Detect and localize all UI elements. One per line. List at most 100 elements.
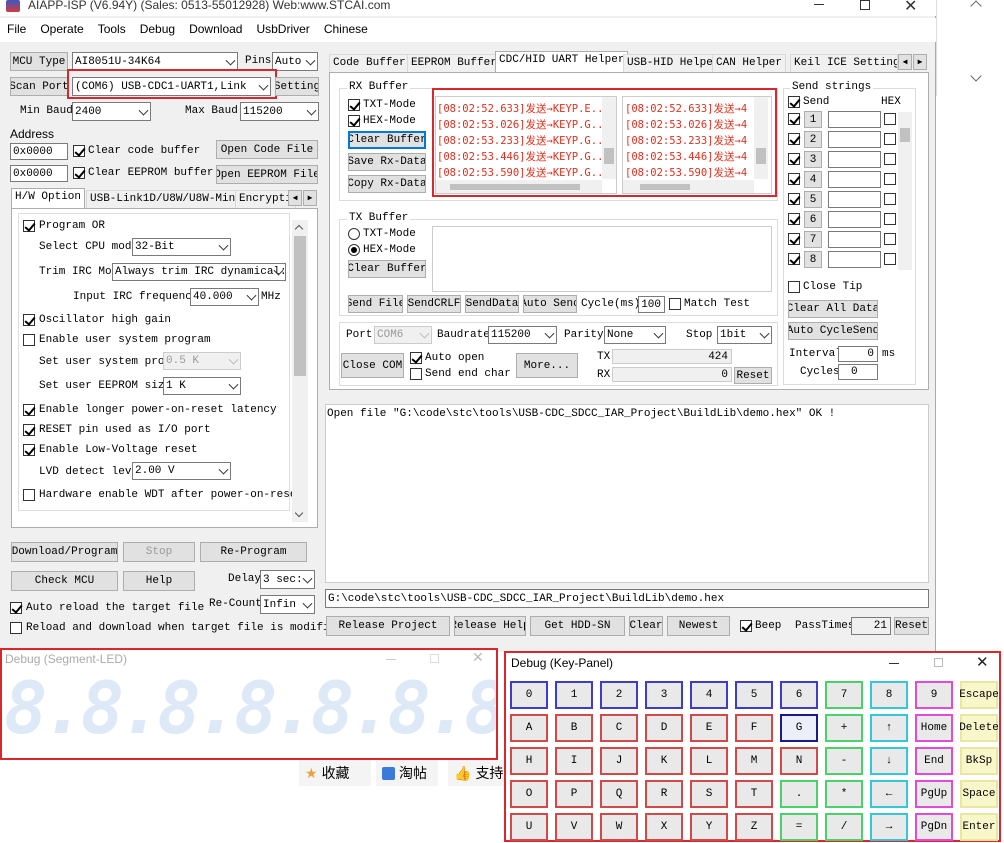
key-button[interactable]: Space <box>960 780 998 808</box>
scan-port-button[interactable]: Scan Port <box>10 77 68 96</box>
re-program-button[interactable]: Re-Program <box>200 542 307 562</box>
send-row-hex-checkbox[interactable] <box>884 113 896 125</box>
user-sys-prog-checkbox[interactable] <box>23 334 35 346</box>
clear-code-checkbox[interactable] <box>73 145 85 157</box>
key-button[interactable]: Enter <box>960 813 998 841</box>
hw-wdt-checkbox[interactable] <box>23 489 35 501</box>
key-button[interactable]: 2 <box>600 681 638 709</box>
tab-usb-link[interactable]: USB-Link1D/U8W/U8W-Mini <box>86 190 246 209</box>
send-row-button[interactable]: 3 <box>804 151 822 168</box>
key-button[interactable]: Q <box>600 780 638 808</box>
key-button[interactable]: . <box>780 780 818 808</box>
send-row-input[interactable] <box>828 251 881 268</box>
key-button[interactable]: ↓ <box>870 747 908 775</box>
behind-fav-button[interactable]: ★ 收藏 <box>299 760 371 786</box>
baudrate-select[interactable]: 115200 <box>488 326 557 344</box>
close-com-button[interactable]: Close COM <box>341 353 404 378</box>
pins-select[interactable]: Auto <box>272 52 318 71</box>
send-row-input[interactable] <box>828 211 881 228</box>
reset-pin-checkbox[interactable] <box>23 424 35 436</box>
key-button[interactable]: ↑ <box>870 714 908 742</box>
segment-close-icon[interactable]: ✕ <box>472 649 484 666</box>
delay-select[interactable]: 3 sec: <box>260 570 315 589</box>
clear-all-data-button[interactable]: Clear All Data <box>788 300 878 318</box>
save-rx-data-button[interactable]: Save Rx-Data <box>348 153 426 171</box>
newest-button[interactable]: Newest <box>667 616 730 636</box>
beep-checkbox[interactable] <box>740 620 752 632</box>
key-button[interactable]: Escape <box>959 681 999 709</box>
mcu-type-button[interactable]: MCU Type <box>10 52 68 71</box>
key-button[interactable]: R <box>645 780 683 808</box>
minimize-icon[interactable] <box>814 4 824 5</box>
send-row-input[interactable] <box>828 131 881 148</box>
release-help-button[interactable]: Release Help <box>454 616 526 636</box>
release-project-button[interactable]: Release Project <box>326 616 450 636</box>
key-button[interactable]: PgDn <box>915 813 953 841</box>
auto-cycle-send-button[interactable]: Auto CycleSend <box>788 322 878 340</box>
file-path-input[interactable]: G:\code\stc\tools\USB-CDC_SDCC_IAR_Proje… <box>325 589 929 608</box>
key-button[interactable]: End <box>915 747 953 775</box>
clear-output-button[interactable]: Clear <box>629 616 663 636</box>
key-button[interactable]: O <box>510 780 548 808</box>
key-button[interactable]: 1 <box>555 681 593 709</box>
tab-hw-option[interactable]: H/W Option <box>11 188 86 209</box>
key-button[interactable]: T <box>735 780 773 808</box>
get-hdd-sn-button[interactable]: Get HDD-SN <box>530 616 625 636</box>
send-row-hex-checkbox[interactable] <box>884 173 896 185</box>
irc-frequency-select[interactable]: 40.000 <box>190 288 259 306</box>
key-button[interactable]: * <box>825 780 863 808</box>
send-row-button[interactable]: 5 <box>804 191 822 208</box>
segment-minimize-icon[interactable] <box>386 659 396 660</box>
key-button[interactable]: → <box>870 813 908 841</box>
count-reset-button[interactable]: Reset <box>734 367 772 384</box>
right-tab-scroll-right-button[interactable]: ▶ <box>913 54 927 70</box>
set-eeprom-select[interactable]: 1 K <box>163 377 241 395</box>
reload-download-checkbox[interactable] <box>10 622 22 634</box>
send-row-button[interactable]: 6 <box>804 211 822 228</box>
key-button[interactable]: 7 <box>825 681 863 709</box>
send-row-checkbox[interactable] <box>788 173 800 185</box>
tx-data-input[interactable] <box>432 226 772 292</box>
segment-maximize-icon[interactable] <box>430 654 439 663</box>
key-close-icon[interactable]: ✕ <box>976 653 989 671</box>
code-address-input[interactable]: 0x0000 <box>10 143 68 160</box>
help-button[interactable]: Help <box>123 571 195 591</box>
open-code-file-button[interactable]: Open Code File <box>216 140 318 159</box>
interval-input[interactable]: 0 <box>838 346 878 362</box>
stop-button[interactable]: Stop <box>123 542 195 562</box>
send-row-hex-checkbox[interactable] <box>884 253 896 265</box>
osc-gain-checkbox[interactable] <box>23 314 35 326</box>
key-button[interactable]: B <box>555 714 593 742</box>
key-button[interactable]: Z <box>735 813 773 841</box>
send-row-button[interactable]: 7 <box>804 231 822 248</box>
key-button[interactable]: C <box>600 714 638 742</box>
key-button[interactable]: Delete <box>959 714 999 742</box>
key-button[interactable]: W <box>600 813 638 841</box>
hw-option-scroll-thumb[interactable] <box>294 236 306 376</box>
send-data-button[interactable]: SendData <box>465 295 519 313</box>
send-file-button[interactable]: Send File <box>348 295 403 313</box>
behind-support-button[interactable]: 👍 支持 <box>448 760 506 786</box>
close-icon[interactable]: ✕ <box>904 0 917 16</box>
tx-hex-mode-radio[interactable] <box>348 244 360 256</box>
cycles-input[interactable]: 0 <box>838 364 878 380</box>
stop-select[interactable]: 1bit <box>717 326 772 344</box>
send-row-checkbox[interactable] <box>788 133 800 145</box>
key-button[interactable]: 0 <box>510 681 548 709</box>
key-button[interactable]: F <box>735 714 773 742</box>
key-button[interactable]: J <box>600 747 638 775</box>
check-mcu-button[interactable]: Check MCU <box>11 571 118 591</box>
lvd-select[interactable]: 2.00 V <box>132 462 231 480</box>
menu-file[interactable]: File <box>0 18 33 42</box>
key-button[interactable]: A <box>510 714 548 742</box>
send-row-button[interactable]: 1 <box>804 111 822 128</box>
tab-eeprom-buffer[interactable]: EEPROM Buffer <box>407 54 501 73</box>
key-button[interactable]: L <box>690 747 728 775</box>
tab-encrypt[interactable]: Encrypti <box>235 190 296 209</box>
more-button[interactable]: More... <box>516 353 578 378</box>
key-button[interactable]: X <box>645 813 683 841</box>
key-button[interactable]: 4 <box>690 681 728 709</box>
key-minimize-icon[interactable] <box>889 663 899 664</box>
menu-chinese[interactable]: Chinese <box>317 18 375 42</box>
send-row-input[interactable] <box>828 111 881 128</box>
